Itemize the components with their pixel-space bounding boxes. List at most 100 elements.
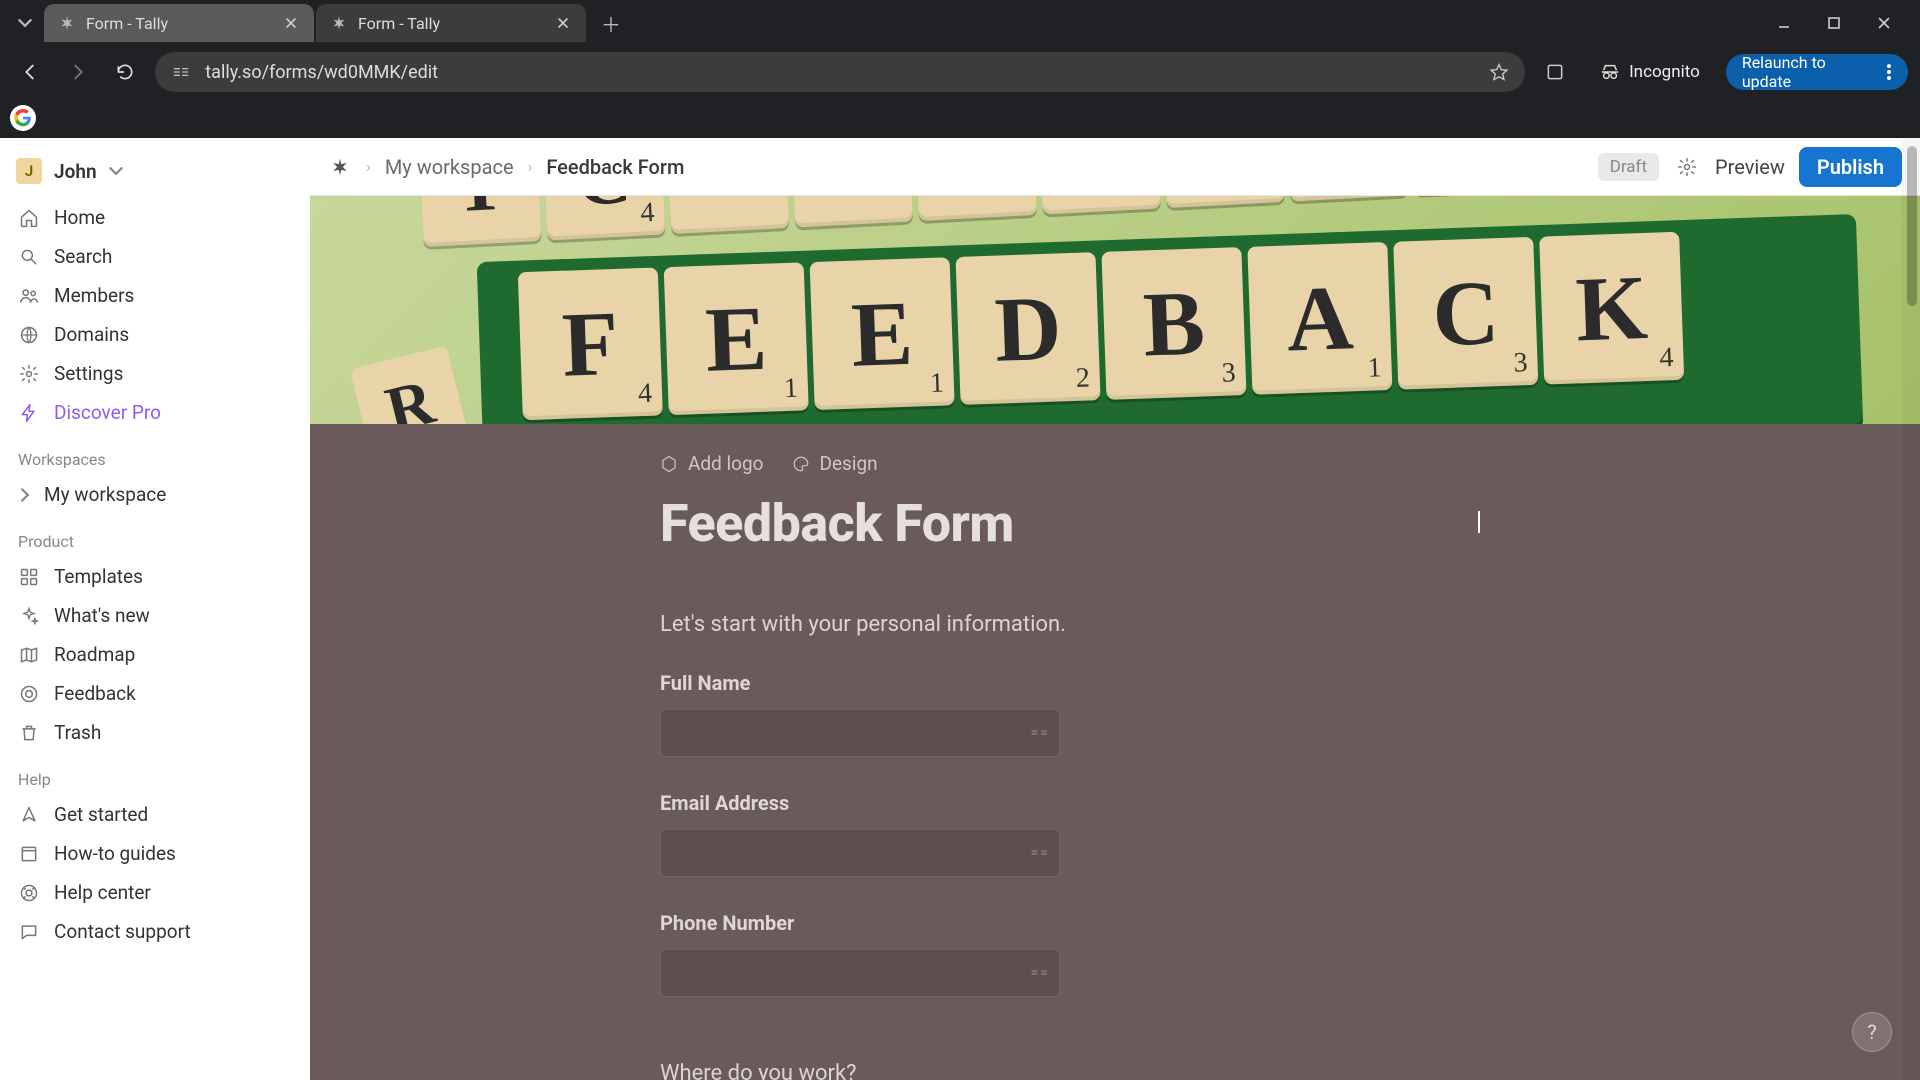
preview-button[interactable]: Preview [1715, 155, 1785, 179]
google-shortcut[interactable] [10, 105, 36, 131]
browser-tab[interactable]: Form - Tally [316, 4, 586, 42]
sidebar-item-label: Roadmap [54, 643, 135, 666]
form-canvas[interactable]: TC4 F4E1E1D2B3A1C3K4 R Add logo Design [310, 196, 1920, 1080]
kebab-icon [1886, 63, 1892, 81]
user-name: John [54, 160, 97, 183]
input-block[interactable]: == [660, 829, 1060, 877]
question-label[interactable]: Full Name [660, 671, 1480, 695]
tab-title: Form - Tally [86, 14, 272, 33]
input-block[interactable]: == [660, 949, 1060, 997]
sidebar-item-settings[interactable]: Settings [10, 354, 300, 393]
sidebar-item-templates[interactable]: Templates [10, 557, 300, 596]
sidebar-item-label: Trash [54, 721, 101, 744]
sidebar-item-whatsnew[interactable]: What's new [10, 596, 300, 635]
tab-search-dropdown[interactable] [8, 6, 42, 40]
drag-handle-icon[interactable]: == [1031, 845, 1050, 861]
cover-image[interactable]: TC4 F4E1E1D2B3A1C3K4 R [310, 196, 1920, 424]
breadcrumb-form[interactable]: Feedback Form [546, 155, 684, 179]
section-label-workspaces: Workspaces [10, 432, 300, 475]
sidebar-item-contact[interactable]: Contact support [10, 912, 300, 951]
sidebar-item-search[interactable]: Search [10, 237, 300, 276]
extensions-icon[interactable] [1537, 54, 1573, 90]
sparkle-icon [18, 606, 40, 626]
form-meta-row: Add logo Design [660, 452, 1480, 475]
tally-logo-icon[interactable] [328, 155, 352, 179]
incognito-icon [1599, 61, 1621, 83]
sidebar-item-trash[interactable]: Trash [10, 713, 300, 752]
status-badge: Draft [1598, 153, 1659, 181]
text-input[interactable] [660, 829, 1060, 877]
sidebar-item-howto[interactable]: How-to guides [10, 834, 300, 873]
asterisk-icon [330, 14, 348, 32]
sidebar-item-label: Members [54, 284, 134, 307]
close-window-icon[interactable] [1870, 9, 1898, 37]
text-input[interactable] [660, 709, 1060, 757]
question-label[interactable]: Email Address [660, 791, 1480, 815]
sidebar-item-helpcenter[interactable]: Help center [10, 873, 300, 912]
back-button[interactable] [12, 54, 48, 90]
sidebar-item-label: Search [54, 245, 112, 268]
maximize-icon[interactable] [1820, 9, 1848, 37]
site-info-icon[interactable] [171, 62, 193, 82]
sidebar-item-label: Settings [54, 362, 123, 385]
sidebar-item-label: Get started [54, 803, 148, 826]
editor-topbar: › My workspace › Feedback Form Draft Pre… [310, 138, 1920, 196]
publish-button[interactable]: Publish [1799, 147, 1902, 187]
form-settings-button[interactable] [1673, 153, 1701, 181]
lifebuoy-icon [18, 883, 40, 903]
tab-title: Form - Tally [358, 14, 544, 33]
sidebar-item-home[interactable]: Home [10, 198, 300, 237]
user-menu[interactable]: J John [10, 150, 300, 198]
new-tab-button[interactable]: ＋ [594, 6, 628, 40]
help-fab[interactable]: ? [1852, 1012, 1892, 1052]
text-cursor [1478, 511, 1480, 533]
bookmark-star-icon[interactable] [1489, 62, 1509, 82]
target-icon [18, 684, 40, 704]
close-icon[interactable] [282, 14, 300, 32]
relaunch-update-button[interactable]: Relaunch to update [1726, 54, 1908, 90]
reload-button[interactable] [108, 54, 144, 90]
browser-tab[interactable]: Form - Tally [44, 4, 314, 42]
sidebar-item-label: How-to guides [54, 842, 176, 865]
map-icon [18, 645, 40, 665]
scrollbar-track[interactable] [1902, 138, 1920, 1080]
toolbar: tally.so/forms/wd0MMK/edit Incognito Rel… [0, 46, 1920, 98]
sidebar-item-discover[interactable]: Discover Pro [10, 393, 300, 432]
minimize-icon[interactable] [1770, 9, 1798, 37]
scrollbar-thumb[interactable] [1907, 146, 1917, 306]
input-block[interactable]: == [660, 709, 1060, 757]
question-label[interactable]: Phone Number [660, 911, 1480, 935]
form-intro[interactable]: Let's start with your personal informati… [660, 612, 1480, 637]
sidebar-item-label: Home [54, 206, 105, 229]
breadcrumb-sep: › [528, 157, 533, 176]
add-logo-button[interactable]: Add logo [660, 452, 764, 475]
address-bar[interactable]: tally.so/forms/wd0MMK/edit [155, 52, 1525, 92]
workspace-item[interactable]: My workspace [10, 475, 300, 514]
app-root: J John Home Search Members Domains Settings D… [0, 138, 1920, 1080]
chevron-down-icon [109, 164, 123, 178]
tab-strip: Form - Tally Form - Tally ＋ [0, 0, 1920, 46]
window-controls [1770, 9, 1912, 37]
compass-icon [18, 805, 40, 825]
sidebar: J John Home Search Members Domains Settings D… [0, 138, 310, 1080]
drag-handle-icon[interactable]: == [1031, 725, 1050, 741]
breadcrumb-workspace[interactable]: My workspace [385, 155, 514, 179]
sidebar-item-getstarted[interactable]: Get started [10, 795, 300, 834]
sidebar-item-label: Templates [54, 565, 143, 588]
form-section-intro[interactable]: Where do you work? [660, 1061, 1480, 1080]
text-input[interactable] [660, 949, 1060, 997]
sidebar-item-feedback[interactable]: Feedback [10, 674, 300, 713]
form-title[interactable]: Feedback Form [660, 493, 1480, 554]
close-icon[interactable] [554, 14, 572, 32]
sidebar-item-domains[interactable]: Domains [10, 315, 300, 354]
design-button[interactable]: Design [792, 452, 878, 475]
sidebar-item-members[interactable]: Members [10, 276, 300, 315]
members-icon [18, 286, 40, 306]
sidebar-item-label: What's new [54, 604, 150, 627]
drag-handle-icon[interactable]: == [1031, 965, 1050, 981]
forward-button[interactable] [60, 54, 96, 90]
book-icon [18, 844, 40, 864]
sidebar-item-roadmap[interactable]: Roadmap [10, 635, 300, 674]
url-text: tally.so/forms/wd0MMK/edit [205, 62, 1477, 83]
incognito-indicator[interactable]: Incognito [1585, 54, 1714, 90]
